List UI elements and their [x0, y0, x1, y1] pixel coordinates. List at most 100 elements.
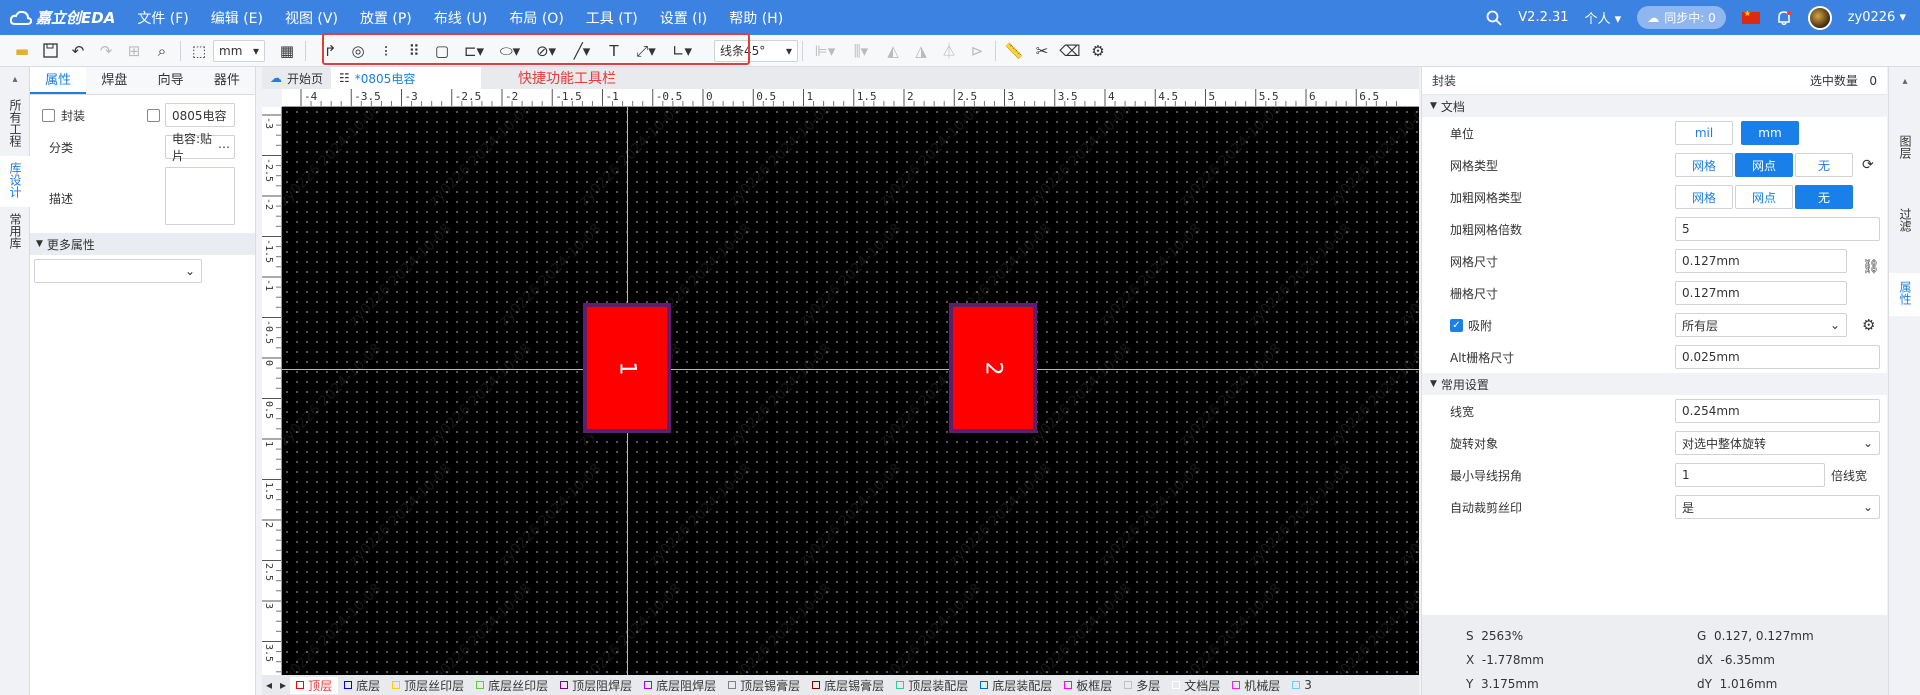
pcb-canvas[interactable]: zy0226 2024-10-08 zy0226 2024-10-08 zy0226… [282, 107, 1419, 675]
rail-tab-properties[interactable]: 属性 [1889, 273, 1920, 316]
layer-tab[interactable]: 底层锡膏层 [806, 677, 890, 694]
pad-1[interactable]: 1 [583, 303, 671, 433]
layer-tab[interactable]: 顶层 [290, 676, 339, 694]
tab-properties[interactable]: 属性 [30, 67, 87, 94]
erase-icon[interactable]: ⌫ [1056, 37, 1084, 65]
menu-layout[interactable]: 布局 (O) [509, 8, 563, 28]
menu-route[interactable]: 布线 (U) [434, 8, 488, 28]
ruler-icon[interactable]: 📏 [1000, 37, 1028, 65]
layer-tab[interactable]: 底层 [338, 677, 386, 694]
layer-tab[interactable]: 顶层锡膏层 [722, 677, 806, 694]
bold-grid-none[interactable]: 无 [1795, 185, 1853, 209]
common-section-header[interactable]: ▼ 常用设置 [1422, 373, 1887, 395]
bold-grid-grid[interactable]: 网格 [1675, 185, 1733, 209]
alt-snap-field[interactable]: 0.025mm [1675, 345, 1880, 369]
line-mode-select[interactable]: 线条45° ▾ [714, 39, 798, 62]
flip-v-icon[interactable]: ◮ [907, 37, 935, 65]
redo-icon[interactable]: ↷ [92, 37, 120, 65]
package-checkbox[interactable] [42, 108, 55, 122]
forbidden-icon[interactable]: ⊘▾ [528, 37, 564, 65]
layer-tab[interactable]: 顶层装配层 [890, 677, 974, 694]
ellipse-icon[interactable]: ⬭▾ [492, 37, 528, 65]
auto-clip-select[interactable]: 是 ⌄ [1675, 495, 1880, 519]
avatar[interactable] [1807, 5, 1832, 30]
layer-tab[interactable]: 底层阻焊层 [638, 677, 722, 694]
layer-tab[interactable]: 底层装配层 [974, 677, 1058, 694]
scroll-right-icon[interactable]: ▸ [276, 678, 290, 692]
region-icon[interactable]: ▢ [428, 37, 456, 65]
pad-array-icon[interactable]: ⠿ [400, 37, 428, 65]
layer-tab[interactable]: 顶层丝印层 [386, 677, 470, 694]
min-angle-field[interactable]: 1 [1675, 463, 1825, 487]
measure-icon[interactable]: ✂ [1028, 37, 1056, 65]
rail-tab-filter[interactable]: 过滤 [1889, 200, 1920, 243]
gear-icon[interactable]: ⚙ [1084, 37, 1112, 65]
rail-tab-layers[interactable]: 图层 [1889, 127, 1920, 170]
more-props-select[interactable]: ⌄ [34, 259, 202, 283]
scroll-left-icon[interactable]: ◂ [262, 678, 276, 692]
angle-icon[interactable]: ∟▾ [664, 37, 700, 65]
sync-status-button[interactable]: ☁ 同步中: 0 [1637, 6, 1726, 29]
bell-icon[interactable] [1776, 10, 1792, 26]
lock-link-icon[interactable]: ⛓ [1862, 259, 1880, 275]
grid-size-field[interactable]: 0.127mm [1675, 249, 1847, 273]
line-width-field[interactable]: 0.254mm [1675, 399, 1880, 423]
package-value-checkbox[interactable] [147, 108, 160, 122]
layer-tab[interactable]: 多层 [1118, 677, 1166, 694]
save-icon[interactable] [36, 37, 64, 65]
search-icon[interactable] [1486, 10, 1502, 26]
rail-tab-projects[interactable]: 所有工程 [0, 93, 30, 156]
pad-icon[interactable]: ◎ [344, 37, 372, 65]
category-field[interactable]: 电容:贴片 ⋯ [165, 132, 235, 163]
snap-size-field[interactable]: 0.127mm [1675, 281, 1847, 305]
find-icon[interactable]: ⌕ [148, 37, 176, 65]
grid-type-grid[interactable]: 网格 [1675, 153, 1733, 177]
link-icon[interactable]: ⟳ [1862, 157, 1874, 173]
distribute-icon[interactable]: ⫼▾ [843, 37, 879, 65]
tab-devices[interactable]: 器件 [199, 67, 255, 94]
app-logo[interactable]: 嘉立创EDA [10, 7, 115, 28]
via-icon[interactable]: ⁝ [372, 37, 400, 65]
rail-tab-common-lib[interactable]: 常用库 [0, 207, 30, 258]
zoom-fit-icon[interactable]: ⬚ [185, 37, 213, 65]
grid-icon[interactable]: ▦ [273, 37, 301, 65]
menu-file[interactable]: 文件 (F) [137, 8, 188, 28]
doc-section-header[interactable]: ▼ 文档 [1422, 95, 1887, 117]
align-icon[interactable]: ⊫▾ [807, 37, 843, 65]
menu-settings[interactable]: 设置 (I) [660, 8, 708, 28]
mirror-icon[interactable]: ⏃ [935, 37, 963, 65]
track-icon[interactable]: ↱ [316, 37, 344, 65]
unit-option-mm[interactable]: mm [1741, 121, 1799, 145]
rotate-select[interactable]: 对选中整体旋转 ⌄ [1675, 431, 1880, 455]
bold-grid-mult-field[interactable]: 5 [1675, 217, 1880, 241]
grid-type-dot[interactable]: 网点 [1735, 153, 1793, 177]
tab-pads[interactable]: 焊盘 [86, 67, 142, 94]
layer-tab[interactable]: 机械层 [1226, 677, 1286, 694]
open-folder-icon[interactable]: ▬ [8, 37, 36, 65]
menu-help[interactable]: 帮助 (H) [729, 8, 783, 28]
rail-tab-lib-design[interactable]: 库设计 [0, 156, 30, 207]
menu-edit[interactable]: 编辑 (E) [211, 8, 263, 28]
user-dropdown[interactable]: zy0226 ▾ [1848, 10, 1906, 25]
layer-tab[interactable]: 底层丝印层 [470, 677, 554, 694]
description-field[interactable] [165, 167, 235, 225]
group-icon[interactable]: ⊞ [120, 37, 148, 65]
bold-grid-dot[interactable]: 网点 [1735, 185, 1793, 209]
layer-tab[interactable]: 板框层 [1058, 677, 1118, 694]
snap-layer-select[interactable]: 所有层 ⌄ [1675, 313, 1847, 337]
tab-current-doc[interactable]: ☷ *0805电容 [331, 67, 482, 89]
gear-icon[interactable]: ⚙ [1862, 316, 1875, 334]
undo-icon[interactable]: ↶ [64, 37, 92, 65]
menu-view[interactable]: 视图 (V) [285, 8, 338, 28]
layer-tab[interactable]: 3 [1286, 677, 1318, 694]
tab-wizard[interactable]: 向导 [143, 67, 199, 94]
pin-icon[interactable]: ▴ [1889, 67, 1920, 97]
china-flag-icon[interactable] [1741, 9, 1760, 24]
line-icon[interactable]: ╱▾ [564, 37, 600, 65]
tab-home[interactable]: ☁ 开始页 [262, 67, 331, 89]
text-icon[interactable]: T [600, 37, 628, 65]
polygon-icon[interactable]: ⊏▾ [456, 37, 492, 65]
menu-place[interactable]: 放置 (P) [360, 8, 412, 28]
grid-type-none[interactable]: 无 [1795, 153, 1853, 177]
pad-2[interactable]: 2 [949, 303, 1037, 433]
